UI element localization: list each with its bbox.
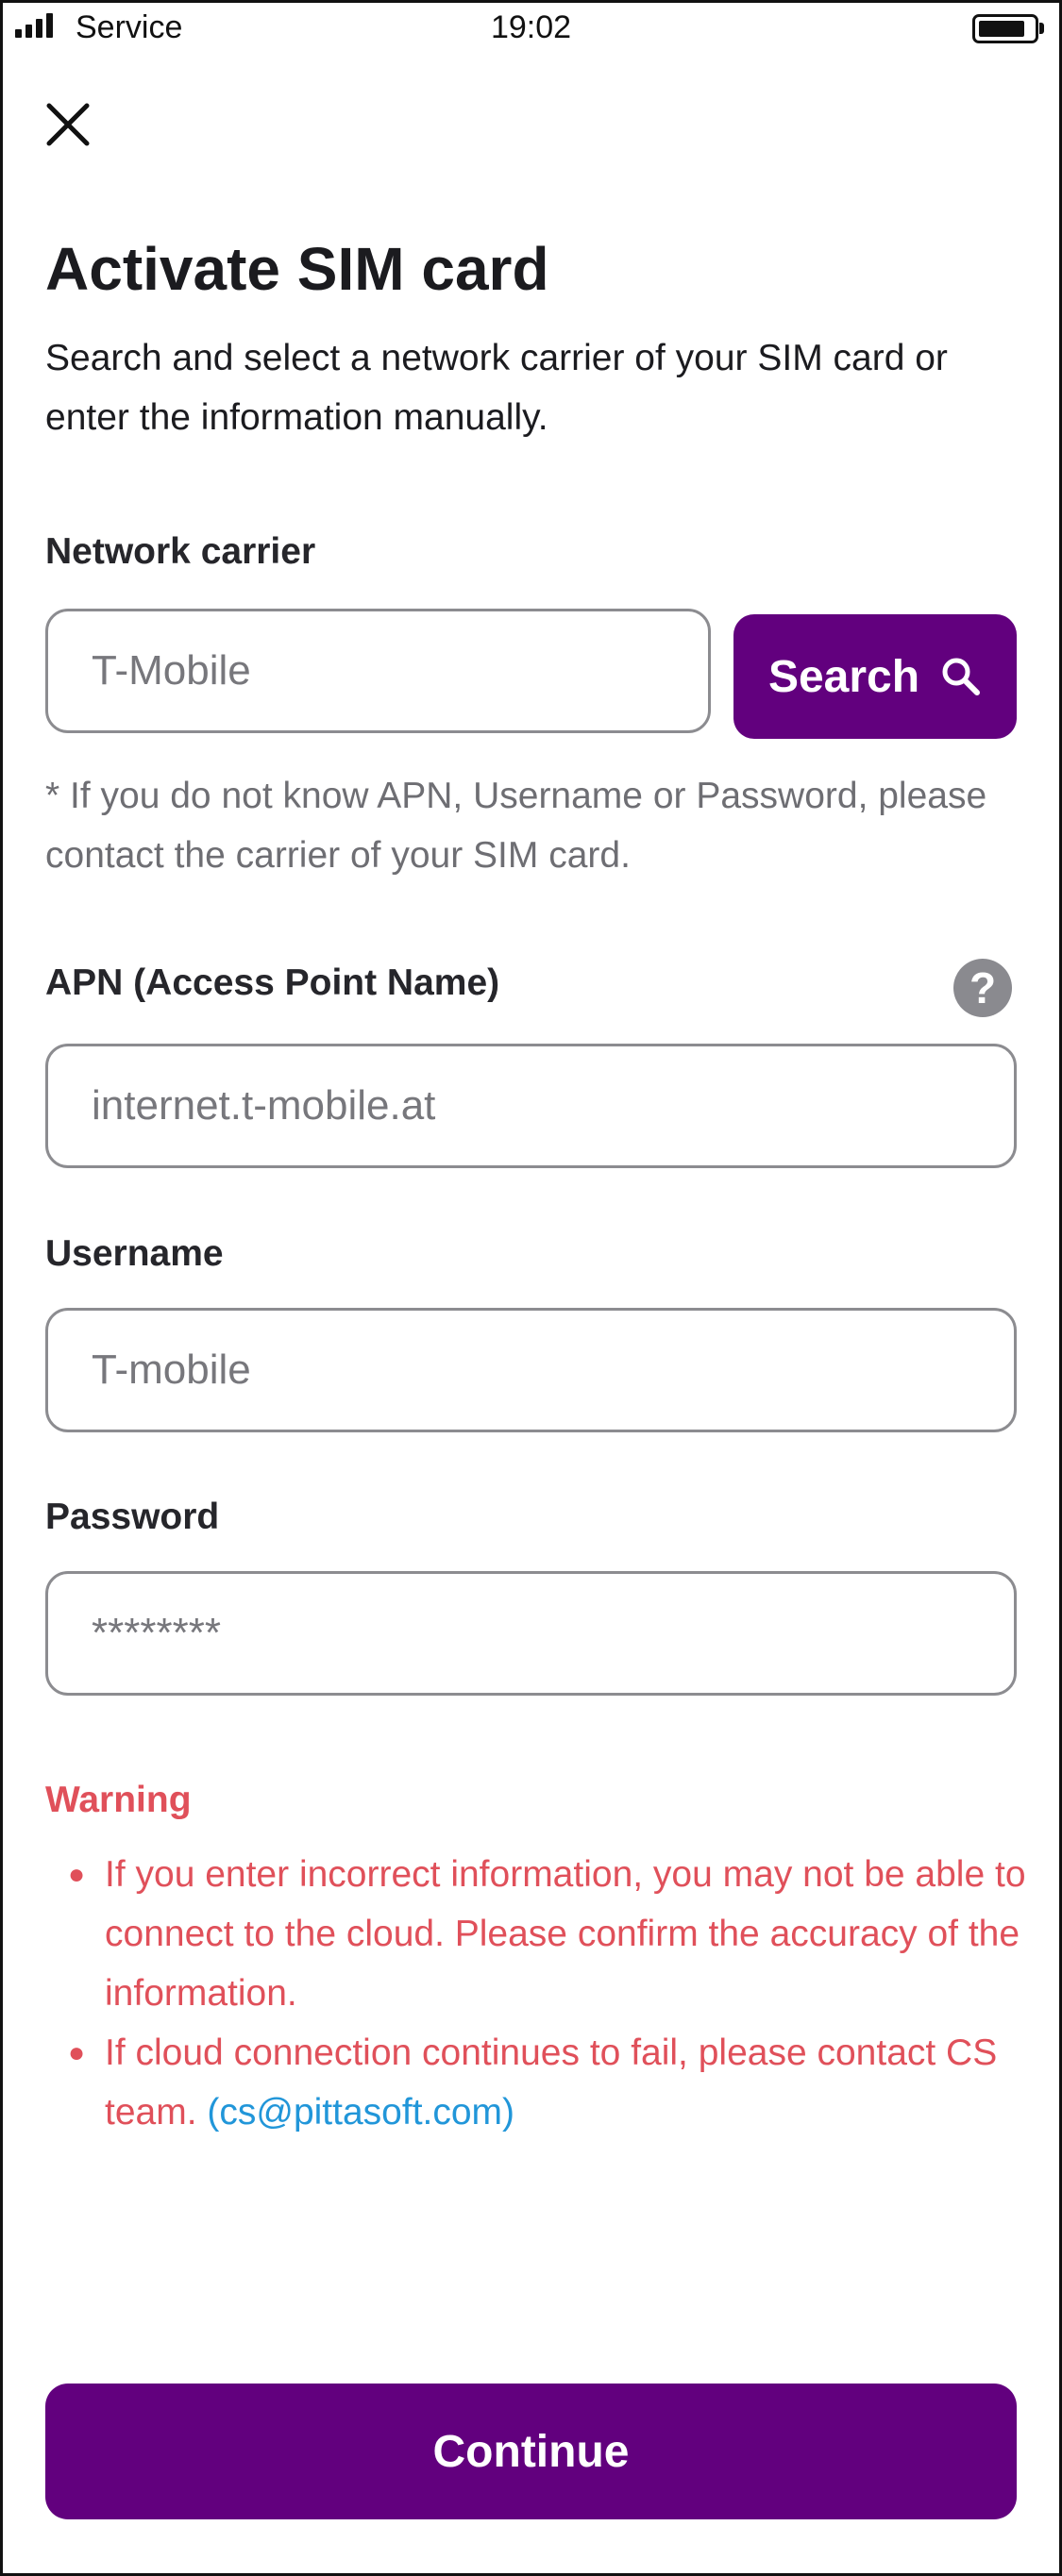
warning-item: ● If you enter incorrect information, yo… [45,1845,1027,2023]
carrier-help-note: * If you do not know APN, Username or Pa… [45,776,987,876]
status-time: 19:02 [490,9,572,45]
search-icon [942,658,981,695]
continue-button[interactable]: Continue [45,2384,1017,2519]
close-button[interactable] [38,94,98,155]
username-placeholder: T-mobile [92,1347,251,1393]
network-carrier-input[interactable]: T-Mobile [45,609,711,733]
warning-list: ● If you enter incorrect information, yo… [45,1845,1027,2142]
password-placeholder: ******** [92,1610,221,1656]
bullet-icon: ● [68,2037,86,2068]
password-label: Password [45,1497,220,1537]
username-input[interactable]: T-mobile [45,1308,1017,1432]
password-input[interactable]: ******** [45,1571,1017,1696]
apn-placeholder: internet.t-mobile.at [92,1082,436,1129]
cs-email-link[interactable]: (cs@pittasoft.com) [207,2092,514,2133]
battery-icon [972,14,1038,43]
apn-input[interactable]: internet.t-mobile.at [45,1044,1017,1168]
close-icon [46,103,90,146]
search-button[interactable]: Search [733,614,1017,739]
network-carrier-placeholder: T-Mobile [92,647,251,694]
battery-tip [1039,23,1044,34]
warning-title: Warning [45,1780,192,1820]
apn-label: APN (Access Point Name) [45,962,500,1003]
page-title: Activate SIM card [45,235,549,303]
bullet-icon: ● [68,1859,86,1890]
warning-item-text: If you enter incorrect information, you … [105,1854,1026,2014]
status-bar: Service 19:02 [0,0,1062,57]
network-carrier-label: Network carrier [45,531,316,572]
page-subtitle: Search and select a network carrier of y… [45,338,948,438]
warning-item: ● If cloud connection continues to fail,… [45,2023,1027,2142]
help-icon[interactable]: ? [953,959,1012,1017]
username-label: Username [45,1233,224,1274]
continue-button-label: Continue [432,2426,630,2477]
search-button-label: Search [767,651,920,702]
